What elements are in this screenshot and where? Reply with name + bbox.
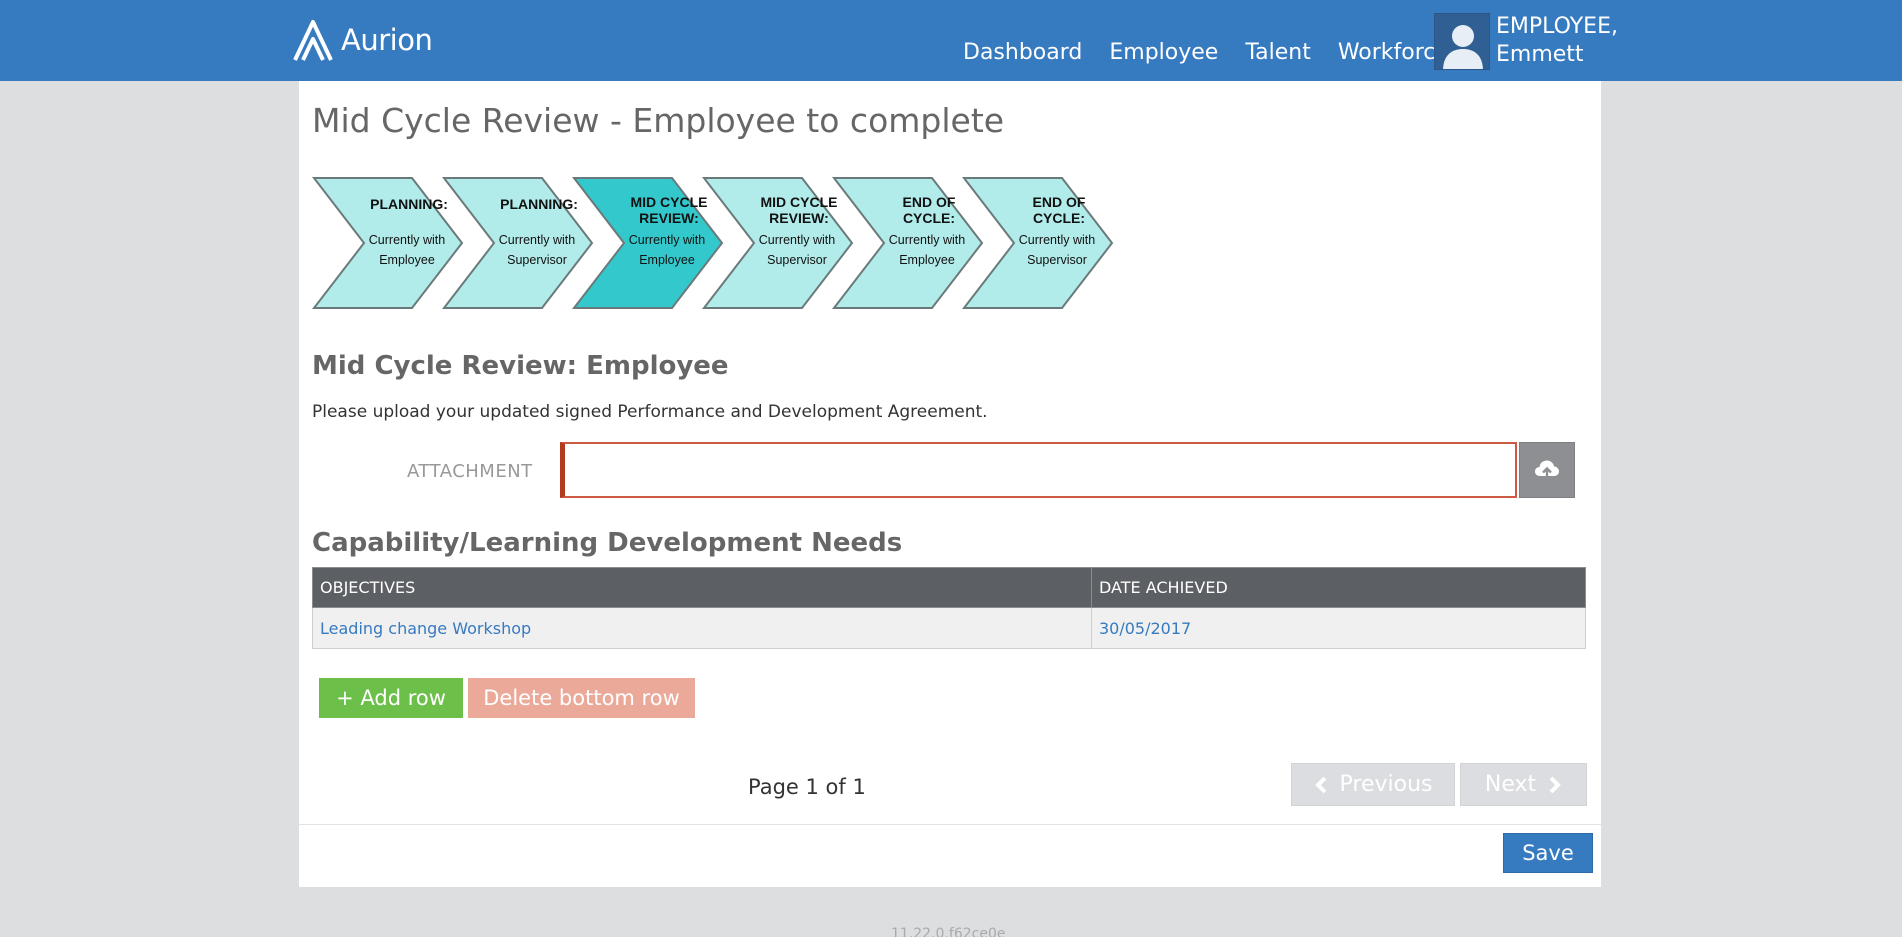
table-header-row: OBJECTIVES DATE ACHIEVED [312, 567, 1586, 608]
cloud-upload-icon [1535, 460, 1559, 480]
previous-button[interactable]: Previous [1291, 763, 1455, 806]
workflow-step-subtitle: Employee [379, 253, 435, 267]
workflow-chevrons: PLANNING:Currently withEmployeePLANNING:… [311, 177, 1114, 309]
workflow-step-subtitle: Currently with [369, 233, 445, 247]
nav-talent[interactable]: Talent [1245, 40, 1311, 65]
user-name-line2: Emmett [1496, 42, 1584, 67]
main-nav: Dashboard Employee Talent Workforce [963, 40, 1449, 65]
version-text: 11.22.0.f62ce0e [891, 926, 1006, 937]
brand-name: Aurion [341, 23, 433, 57]
workflow-step-subtitle: Currently with [499, 233, 575, 247]
previous-label: Previous [1339, 772, 1433, 797]
workflow-progress: PLANNING: Currently with Employee PLANNING:… [311, 174, 1142, 316]
instructions-text: Please upload your updated signed Perfor… [312, 402, 988, 422]
delete-bottom-row-button[interactable]: Delete bottom row [468, 678, 695, 718]
workflow-step-title: MID CYCLE [631, 194, 708, 210]
workflow-step-subtitle: Currently with [1019, 233, 1095, 247]
workflow-step-1: PLANNING: Currently with Employee [311, 177, 464, 309]
page-title: Mid Cycle Review - Employee to complete [312, 101, 1005, 140]
workflow-step-4: MID CYCLEREVIEW: Currently with Supervisor [701, 177, 854, 309]
workflow-step-subtitle: Supervisor [507, 253, 567, 267]
footer-divider [299, 824, 1601, 825]
workflow-step-2: PLANNING: Currently with Supervisor [441, 177, 594, 309]
workflow-step-subtitle: Supervisor [767, 253, 827, 267]
workflow-step-6: END OFCYCLE: Currently with Supervisor [961, 177, 1114, 309]
next-label: Next [1484, 772, 1537, 797]
brand-logo[interactable]: Aurion [291, 18, 433, 62]
main-panel: Mid Cycle Review - Employee to complete … [299, 81, 1601, 887]
workflow-step-subtitle: Supervisor [1027, 253, 1087, 267]
next-button[interactable]: Next [1460, 763, 1587, 806]
upload-button[interactable] [1519, 442, 1575, 498]
workflow-step-subtitle: Currently with [629, 233, 705, 247]
workflow-step-5: END OFCYCLE: Currently with Employee [831, 177, 984, 309]
attachment-input[interactable] [560, 442, 1517, 498]
nav-workforce[interactable]: Workforce [1338, 40, 1449, 65]
aurion-logo-icon [293, 20, 333, 61]
column-date-achieved[interactable]: DATE ACHIEVED [1091, 567, 1586, 608]
workflow-step-title: CYCLE: [903, 210, 955, 226]
workflow-step-subtitle: Employee [899, 253, 955, 267]
workflow-step-3: MID CYCLEREVIEW: Currently with Employee [571, 177, 724, 309]
user-silhouette-icon [1443, 25, 1483, 69]
cell-date-achieved[interactable]: 30/05/2017 [1091, 607, 1586, 649]
top-navigation-bar: Aurion Dashboard Employee Talent Workfor… [0, 0, 1902, 81]
cell-objective[interactable]: Leading change Workshop [312, 607, 1092, 649]
workflow-step-title: REVIEW: [769, 210, 829, 226]
user-name-line1: EMPLOYEE, [1496, 14, 1618, 39]
avatar[interactable] [1434, 13, 1490, 70]
workflow-step-title: END OF [1033, 194, 1086, 210]
workflow-step-title: REVIEW: [639, 210, 699, 226]
column-objectives[interactable]: OBJECTIVES [312, 567, 1092, 608]
user-name[interactable]: EMPLOYEE, Emmett [1496, 13, 1618, 70]
learning-needs-title: Capability/Learning Development Needs [312, 528, 903, 558]
chevron-right-icon [1549, 776, 1561, 793]
table-row[interactable]: Leading change Workshop 30/05/2017 [312, 607, 1586, 649]
workflow-step-title: MID CYCLE [761, 194, 838, 210]
learning-needs-table: OBJECTIVES DATE ACHIEVED Leading change … [312, 567, 1586, 649]
attachment-label: ATTACHMENT [407, 461, 533, 482]
workflow-step-subtitle: Employee [639, 253, 695, 267]
workflow-step-title: END OF [903, 194, 956, 210]
page-indicator: Page 1 of 1 [748, 775, 866, 799]
workflow-step-subtitle: Currently with [889, 233, 965, 247]
nav-dashboard[interactable]: Dashboard [963, 40, 1082, 65]
add-row-button[interactable]: + Add row [319, 678, 463, 718]
workflow-step-title: CYCLE: [1033, 210, 1085, 226]
chevron-left-icon [1314, 776, 1326, 793]
section-title: Mid Cycle Review: Employee [312, 351, 729, 381]
workflow-step-title: PLANNING: [370, 196, 448, 212]
nav-employee[interactable]: Employee [1109, 40, 1218, 65]
save-button[interactable]: Save [1503, 833, 1593, 873]
workflow-step-subtitle: Currently with [759, 233, 835, 247]
user-menu[interactable]: EMPLOYEE, Emmett [1434, 13, 1618, 70]
workflow-step-title: PLANNING: [500, 196, 578, 212]
